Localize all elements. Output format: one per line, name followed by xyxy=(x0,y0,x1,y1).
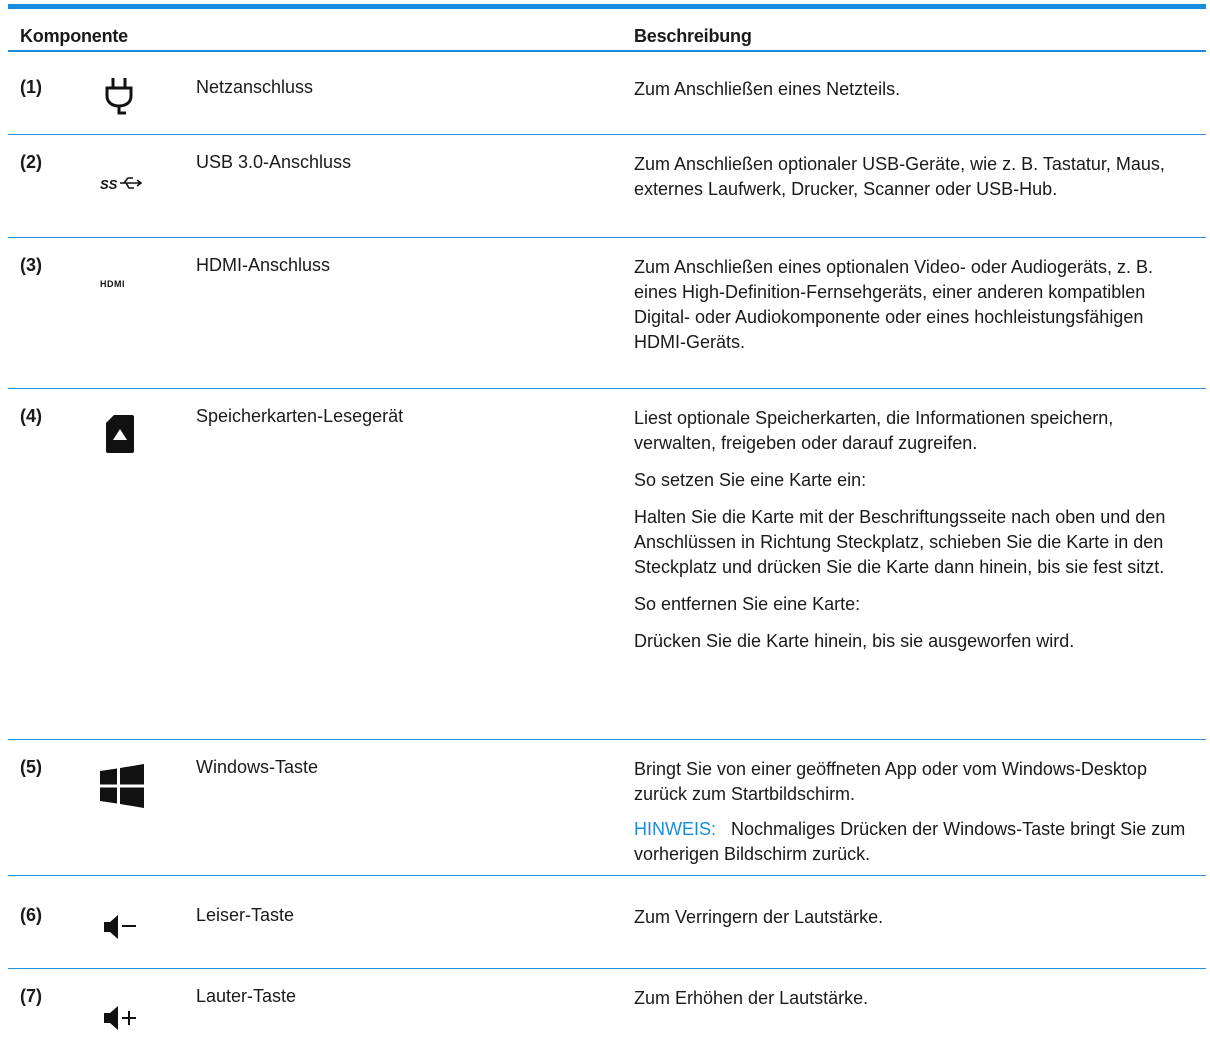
description-text: Halten Sie die Karte mit der Beschriftun… xyxy=(634,507,1166,577)
row-number: (5) xyxy=(20,757,42,777)
header-beschreibung: Beschreibung xyxy=(634,26,752,46)
volume-down-icon xyxy=(104,915,136,939)
description-text: So setzen Sie eine Karte ein: xyxy=(634,470,867,490)
description-text: Zum Anschließen optionaler USB-Geräte, w… xyxy=(634,154,1165,199)
note-label: HINWEIS: xyxy=(634,819,717,839)
description-text: Zum Anschließen eines optionalen Video- … xyxy=(634,257,1153,352)
row-name: Lauter-Taste xyxy=(196,986,297,1006)
volume-up-icon xyxy=(104,1006,136,1030)
table-row: (2) SS USB 3.0-Anschluss Zum Anschließen… xyxy=(0,135,1210,237)
row-description: Zum Anschließen eines optionalen Video- … xyxy=(634,255,1200,367)
power-plug-icon xyxy=(105,78,133,115)
svg-text:SS: SS xyxy=(100,177,118,192)
row-number: (7) xyxy=(20,986,42,1006)
row-description: Zum Verringern der Lautstärke. xyxy=(634,905,1200,942)
description-text: Liest optionale Speicherkarten, die Info… xyxy=(634,408,1114,453)
windows-logo-icon xyxy=(100,764,144,808)
row-description: Zum Erhöhen der Lautstärke. xyxy=(634,986,1200,1023)
row-name: Windows-Taste xyxy=(196,757,319,777)
row-description: Bringt Sie von einer geöffneten App oder… xyxy=(634,757,1200,879)
row-number: (4) xyxy=(20,406,42,426)
table-row: (5) Windows-Taste Bringt Sie von einer g… xyxy=(0,740,1210,875)
description-text: Bringt Sie von einer geöffneten App oder… xyxy=(634,759,1147,804)
row-name: Leiser-Taste xyxy=(196,905,295,925)
row-name: USB 3.0-Anschluss xyxy=(196,152,352,172)
description-text: So entfernen Sie eine Karte: xyxy=(634,594,861,614)
table-row: (7) Lauter-Taste Zum Erhöhen der Lautstä… xyxy=(0,969,1210,1057)
row-description: Zum Anschließen optionaler USB-Geräte, w… xyxy=(634,152,1200,214)
table-row: (3) HDMI HDMI-Anschluss Zum Anschließen … xyxy=(0,238,1210,388)
row-number: (3) xyxy=(20,255,42,275)
table-row: (4) Speicherkarten-Lesegerät Liest optio… xyxy=(0,389,1210,739)
row-name: HDMI-Anschluss xyxy=(196,255,331,275)
header-komponente: Komponente xyxy=(20,26,128,46)
component-table: Komponente Beschreibung (1) Netzanschlus… xyxy=(0,0,1210,1057)
note: HINWEIS: Nochmaliges Drücken der Windows… xyxy=(634,817,1200,867)
memory-card-icon xyxy=(106,415,134,453)
svg-text:HDMI: HDMI xyxy=(100,279,125,288)
table-header: Komponente Beschreibung xyxy=(0,9,1210,51)
hdmi-icon: HDMI xyxy=(100,279,125,288)
row-name: Netzanschluss xyxy=(196,77,314,97)
row-number: (6) xyxy=(20,905,42,925)
row-number: (2) xyxy=(20,152,42,172)
table-row: (1) Netzanschluss Zum Anschließen eines … xyxy=(0,52,1210,134)
table-row: (6) Leiser-Taste Zum Verringern der Laut… xyxy=(0,876,1210,968)
note-text: Nochmaliges Drücken der Windows-Taste br… xyxy=(634,819,1186,864)
usb-superspeed-icon: SS xyxy=(100,177,142,192)
row-name: Speicherkarten-Lesegerät xyxy=(196,406,404,426)
row-description: Liest optionale Speicherkarten, die Info… xyxy=(634,406,1200,666)
row-number: (1) xyxy=(20,77,42,97)
description-text: Zum Verringern der Lautstärke. xyxy=(634,907,884,927)
description-text: Zum Erhöhen der Lautstärke. xyxy=(634,988,869,1008)
description-text: Drücken Sie die Karte hinein, bis sie au… xyxy=(634,631,1075,651)
description-text: Zum Anschließen eines Netzteils. xyxy=(634,79,901,99)
row-description: Zum Anschließen eines Netzteils. xyxy=(634,77,1200,114)
